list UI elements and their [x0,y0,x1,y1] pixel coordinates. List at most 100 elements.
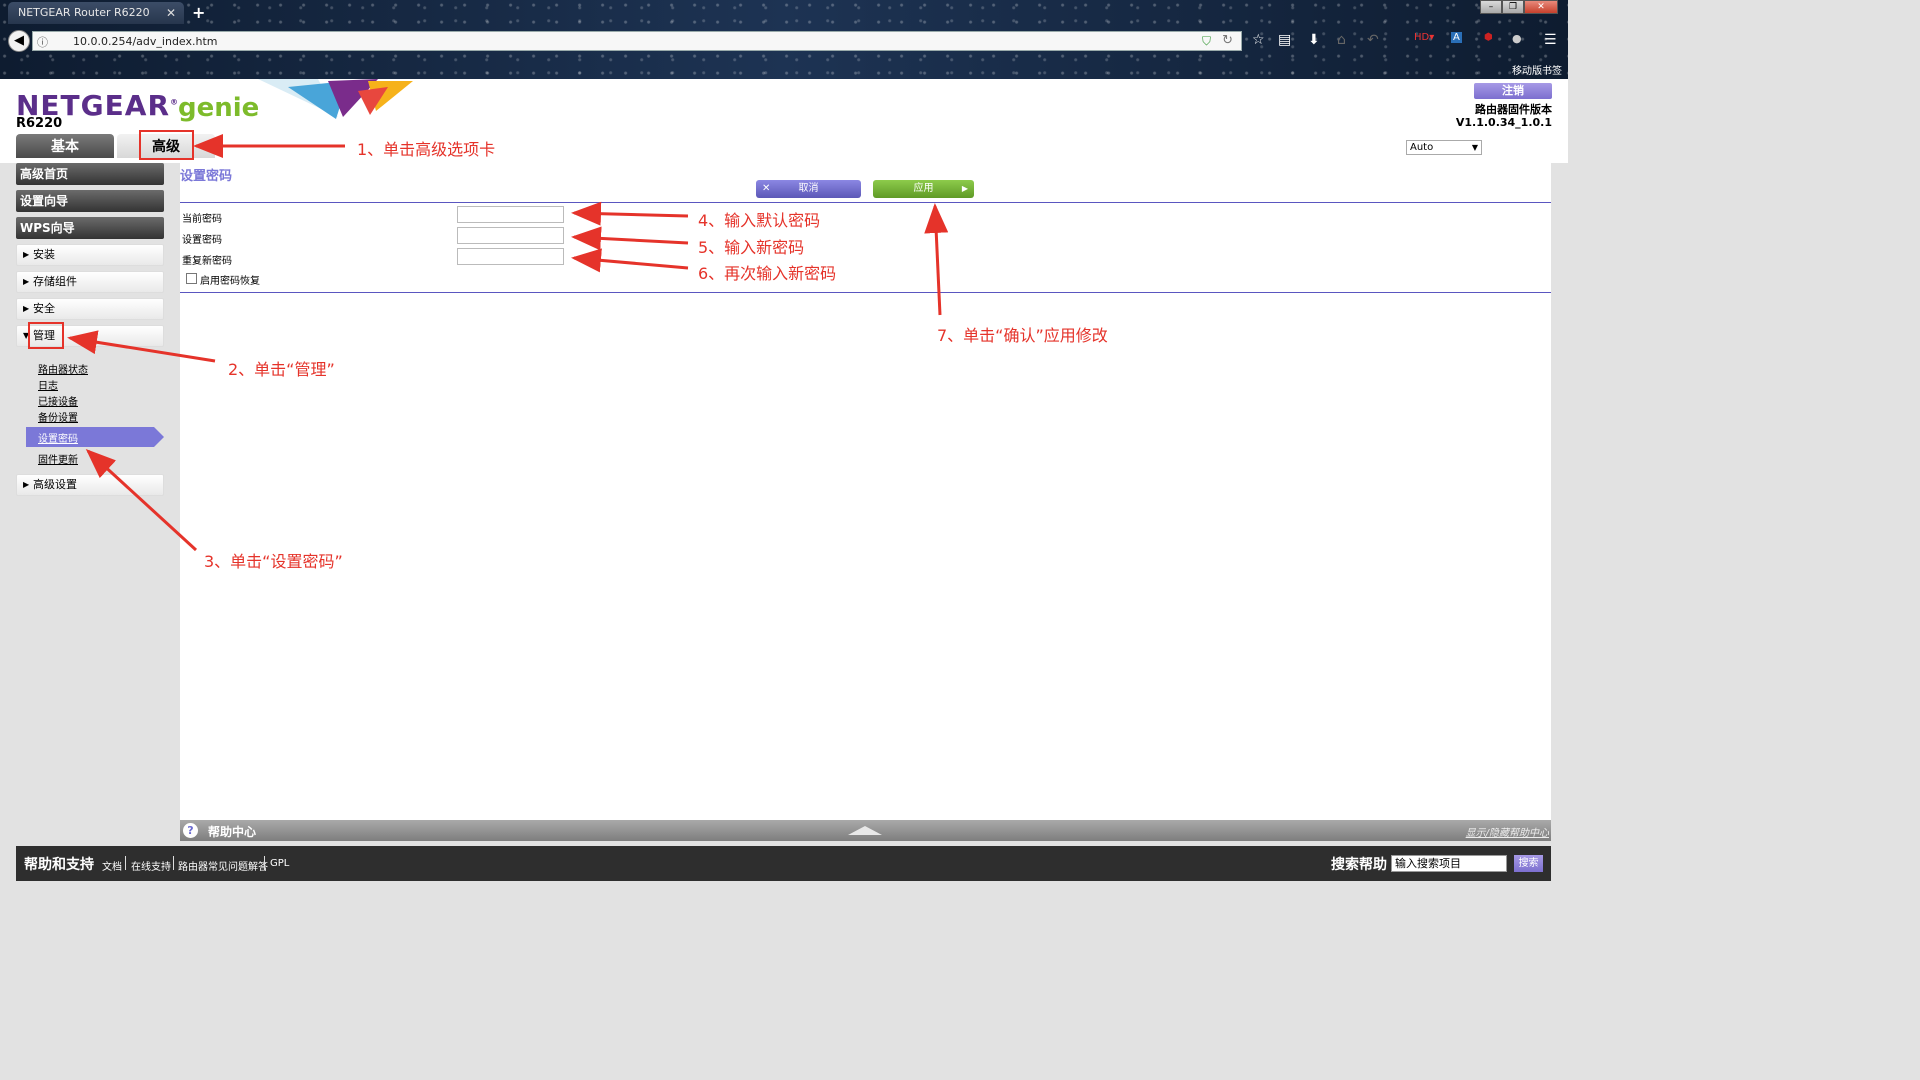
tab-close-icon[interactable]: ✕ [166,2,176,24]
cancel-button[interactable]: ✕ 取消 [756,180,861,198]
expand-icon: ▶ [23,250,30,259]
sub-link-logs[interactable]: 日志 [38,377,58,392]
language-value: Auto [1410,142,1434,153]
show-hide-help-link[interactable]: 显示/隐藏帮助中心 [1466,824,1549,839]
minimize-button[interactable]: – [1480,0,1502,14]
mobile-bookmarks-label[interactable]: 移动版书签 [1512,62,1562,77]
divider [180,202,1551,203]
download-icon[interactable]: ⬇ [1308,32,1320,48]
annotation-step-7: 7、单击“确认”应用修改 [937,326,1108,345]
current-password-input[interactable] [457,206,564,223]
sidebar-item-setup[interactable]: ▶ 安装 [16,244,164,266]
sidebar-item-wps-wizard[interactable]: WPS向导 [16,217,164,239]
sidebar-item-label: 安全 [33,302,55,315]
search-button[interactable]: 搜索 [1514,855,1543,872]
expand-icon: ▶ [23,304,30,313]
hd-icon[interactable]: HD▾ [1414,32,1434,43]
sidebar-item-label: 安装 [33,248,55,261]
play-icon: ▶ [961,184,968,193]
logo-shape-icon [258,79,413,119]
sub-link-attached-devices[interactable]: 已接设备 [38,393,78,408]
info-icon[interactable]: ⓘ [37,34,48,50]
divider [125,856,126,870]
tab-basic[interactable]: 基本 [16,134,114,158]
close-icon: ✕ [762,183,771,194]
page-title: 设置密码 [180,169,233,184]
sub-link-router-status[interactable]: 路由器状态 [38,361,88,376]
new-password-label: 设置密码 [182,235,222,246]
menu-icon[interactable]: ☰ [1544,32,1557,48]
expand-icon: ▶ [23,480,30,489]
divider [180,292,1551,293]
search-input[interactable]: 输入搜索项目 [1391,855,1507,872]
password-recovery-label: 启用密码恢复 [200,276,260,287]
annotation-step-6: 6、再次输入新密码 [698,264,837,283]
reading-list-icon[interactable]: ▤ [1278,32,1291,48]
expand-icon: ▶ [23,277,30,286]
annotation-step-3: 3、单击“设置密码” [204,552,343,571]
sub-link-set-password[interactable]: 设置密码 [38,430,78,445]
help-icon[interactable]: ? [183,823,198,838]
sidebar-item-advanced-setup[interactable]: ▶ 高级设置 [16,474,164,496]
addon-icon[interactable]: A [1451,32,1462,43]
annotation-step-1: 1、单击高级选项卡 [357,140,496,159]
sidebar-item-setup-wizard[interactable]: 设置向导 [16,190,164,212]
language-select[interactable]: Auto ▼ [1406,140,1482,155]
window-close-button[interactable]: ✕ [1524,0,1558,14]
sidebar: 高级首页 设置向导 WPS向导 ▶ 安装 ▶ 存储组件 ▶ 安全 ▼ 管理 路由器状态 … [0,163,179,819]
cancel-button-label: 取消 [798,183,819,194]
divider [264,856,265,870]
extension-icon[interactable]: ● [1512,32,1522,45]
annotation-step-2: 2、单击“管理” [228,360,335,379]
back-arrow-icon[interactable]: ◀ [8,30,30,52]
expand-up-icon[interactable] [848,826,882,835]
window-controls: – ❐ ✕ [1480,0,1558,14]
apply-button[interactable]: 应用 ▶ [873,180,974,198]
repeat-password-label: 重复新密码 [182,256,232,267]
logout-button[interactable]: 注销 [1474,83,1552,99]
browser-tab[interactable]: NETGEAR Router R6220 ✕ [8,2,184,24]
firmware-label: 路由器固件版本 [1475,103,1552,116]
footer-title: 帮助和支持 [24,857,94,873]
annotation-step-4: 4、输入默认密码 [698,211,821,230]
footer: 帮助和支持 文档 在线支持 路由器常见问题解答 GPL 搜索帮助 输入搜索项目 … [16,846,1551,881]
new-tab-icon[interactable]: + [192,3,205,22]
sidebar-item-label: 高级设置 [33,478,77,491]
footer-link-online-support[interactable]: 在线支持 [131,858,171,873]
home-icon[interactable]: ⌂ [1337,32,1346,48]
browser-tab-title: NETGEAR Router R6220 [18,6,150,19]
genie-logo: genie [178,93,260,123]
url-text[interactable]: 10.0.0.254/adv_index.htm [73,35,218,48]
search-help-label: 搜索帮助 [1331,857,1387,873]
ublock-icon[interactable]: ⬢ [1484,32,1493,43]
active-highlight-tip [154,427,164,447]
sidebar-item-label: 存储组件 [33,275,77,288]
highlight-box-administration [28,322,64,349]
sidebar-item-advanced-home[interactable]: 高级首页 [16,163,164,185]
star-icon[interactable]: ☆ [1252,32,1265,48]
footer-link-docs[interactable]: 文档 [102,858,122,873]
undo-icon[interactable]: ↶ [1367,32,1379,48]
divider [173,856,174,870]
new-password-input[interactable] [457,227,564,244]
url-bar[interactable]: ⓘ 10.0.0.254/adv_index.htm ⛉ ↻ [32,31,1242,51]
password-recovery-checkbox[interactable] [186,273,197,284]
footer-link-gpl[interactable]: GPL [270,858,289,869]
repeat-password-input[interactable] [457,248,564,265]
sidebar-item-usb-storage[interactable]: ▶ 存储组件 [16,271,164,293]
maximize-button[interactable]: ❐ [1502,0,1524,14]
footer-link-faq[interactable]: 路由器常见问题解答 [178,858,268,873]
chevron-down-icon: ▼ [1471,143,1478,152]
help-center-title: 帮助中心 [208,825,257,839]
shield-icon[interactable]: ⛉ [1202,34,1211,49]
nav-bar: ◀ ⓘ 10.0.0.254/adv_index.htm ⛉ ↻ ☆ ▤ ⬇ ⌂… [4,28,1564,54]
highlight-box-advanced-tab [139,130,194,160]
apply-button-label: 应用 [913,183,934,194]
sub-link-firmware-update[interactable]: 固件更新 [38,451,78,466]
sub-link-backup-settings[interactable]: 备份设置 [38,409,78,424]
firmware-version: V1.1.0.34_1.0.1 [1455,116,1552,129]
reload-icon[interactable]: ↻ [1222,33,1233,48]
model-name: R6220 [16,116,63,131]
sidebar-item-security[interactable]: ▶ 安全 [16,298,164,320]
router-header: NETGEAR® genie R6220 注销 路由器固件版本 V1.1.0.3… [0,79,1568,163]
